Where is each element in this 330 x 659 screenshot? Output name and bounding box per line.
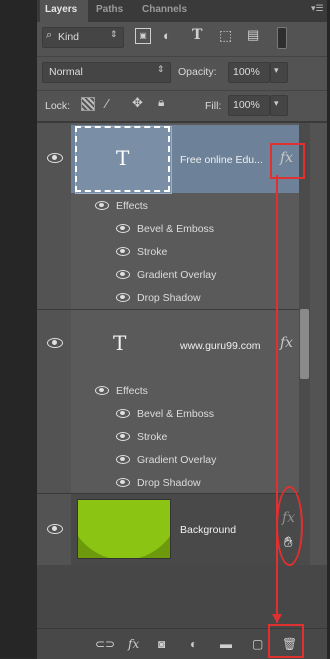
lock-all-icon[interactable]: 🔒︎ bbox=[158, 95, 164, 110]
visibility-eye-icon[interactable] bbox=[47, 524, 63, 534]
effect-drop-shadow[interactable]: Drop Shadow bbox=[137, 477, 201, 489]
opacity-dropdown-button[interactable] bbox=[270, 62, 288, 83]
type-layer-icon: T bbox=[113, 331, 127, 355]
fx-icon[interactable]: fx bbox=[128, 637, 139, 651]
fill-label: Fill: bbox=[205, 100, 222, 112]
filter-kind-label: Kind bbox=[58, 31, 80, 43]
empty-list-area bbox=[37, 565, 327, 628]
effect-eye-icon[interactable] bbox=[116, 224, 130, 233]
new-layer-icon[interactable]: ▢ bbox=[252, 637, 263, 651]
effects-visibility-eye-icon[interactable] bbox=[95, 201, 109, 210]
effect-drop-shadow[interactable]: Drop Shadow bbox=[137, 292, 201, 304]
lock-brush-icon[interactable]: ⁄ bbox=[106, 96, 108, 111]
lock-transparent-icon[interactable] bbox=[81, 97, 95, 111]
adjustment-filter-icon[interactable]: ◐ bbox=[163, 28, 171, 43]
thumbnail-highlight bbox=[78, 500, 170, 558]
effect-stroke[interactable]: Stroke bbox=[137, 246, 167, 258]
layer-name[interactable]: www.guru99.com bbox=[180, 340, 261, 352]
scrollbar-thumb[interactable] bbox=[300, 309, 309, 379]
visibility-eye-icon[interactable] bbox=[47, 153, 63, 163]
layer-divider bbox=[37, 309, 310, 310]
lock-label: Lock: bbox=[45, 100, 71, 112]
annotation-fx-highlight bbox=[270, 143, 305, 179]
effect-stroke[interactable]: Stroke bbox=[137, 431, 167, 443]
effect-bevel-emboss[interactable]: Bevel & Emboss bbox=[137, 408, 214, 420]
panel-menu-icon[interactable]: ▾☰ bbox=[311, 3, 324, 14]
divider bbox=[37, 56, 327, 57]
fx-icon[interactable]: fx bbox=[280, 335, 293, 351]
opacity-label: Opacity: bbox=[178, 66, 217, 78]
effect-gradient-overlay[interactable]: Gradient Overlay bbox=[137, 454, 216, 466]
effect-eye-icon[interactable] bbox=[116, 293, 130, 302]
smart-object-filter-icon[interactable]: ▤ bbox=[247, 27, 259, 43]
divider bbox=[37, 90, 327, 91]
layer-name[interactable]: Background bbox=[180, 524, 236, 536]
search-icon: ⌕ bbox=[46, 29, 53, 41]
effect-eye-icon[interactable] bbox=[116, 247, 130, 256]
chevron-down-icon: ▾ bbox=[274, 98, 279, 108]
effects-label: Effects bbox=[116, 200, 148, 212]
shape-filter-icon[interactable]: ⬚ bbox=[219, 27, 232, 44]
annotation-trash-highlight bbox=[268, 624, 304, 658]
blend-mode-value: Normal bbox=[49, 66, 83, 78]
effect-eye-icon[interactable] bbox=[116, 455, 130, 464]
fill-value: 100% bbox=[233, 99, 260, 111]
layer-name[interactable]: Free online Edu... bbox=[180, 154, 263, 166]
chevron-down-icon: ▾ bbox=[274, 65, 279, 75]
annotation-arrowhead bbox=[272, 614, 282, 623]
effect-eye-icon[interactable] bbox=[116, 432, 130, 441]
link-icon[interactable]: ⊂⊃ bbox=[95, 637, 115, 651]
type-layer-icon: T bbox=[116, 146, 130, 170]
background-thumbnail bbox=[77, 499, 171, 559]
tab-paths[interactable]: Paths bbox=[96, 4, 123, 15]
annotation-ellipse bbox=[276, 486, 303, 566]
filter-toggle[interactable] bbox=[277, 27, 287, 49]
left-strip bbox=[0, 0, 37, 658]
effect-gradient-overlay[interactable]: Gradient Overlay bbox=[137, 269, 216, 281]
tab-channels[interactable]: Channels bbox=[142, 4, 187, 15]
effect-eye-icon[interactable] bbox=[116, 409, 130, 418]
chevron-updown-icon: ⇕ bbox=[157, 64, 165, 74]
adjustment-icon[interactable]: ◐ bbox=[190, 637, 197, 651]
folder-icon[interactable]: ▬ bbox=[220, 637, 232, 651]
effects-label: Effects bbox=[116, 385, 148, 397]
effects-visibility-eye-icon[interactable] bbox=[95, 386, 109, 395]
lock-move-icon[interactable]: ✥ bbox=[132, 95, 143, 111]
annotation-drag-line bbox=[276, 175, 278, 623]
effect-eye-icon[interactable] bbox=[116, 478, 130, 487]
chevron-updown-icon: ⇕ bbox=[110, 29, 118, 39]
visibility-eye-icon[interactable] bbox=[47, 338, 63, 348]
effect-bevel-emboss[interactable]: Bevel & Emboss bbox=[137, 223, 214, 235]
opacity-value: 100% bbox=[233, 66, 260, 78]
mask-icon[interactable]: ◙ bbox=[158, 637, 165, 651]
effect-eye-icon[interactable] bbox=[116, 270, 130, 279]
pixel-filter-icon[interactable]: ▣ bbox=[135, 28, 151, 44]
tab-layers[interactable]: Layers bbox=[45, 4, 77, 15]
type-filter-icon[interactable]: T bbox=[192, 27, 202, 43]
fill-dropdown-button[interactable] bbox=[270, 95, 288, 116]
